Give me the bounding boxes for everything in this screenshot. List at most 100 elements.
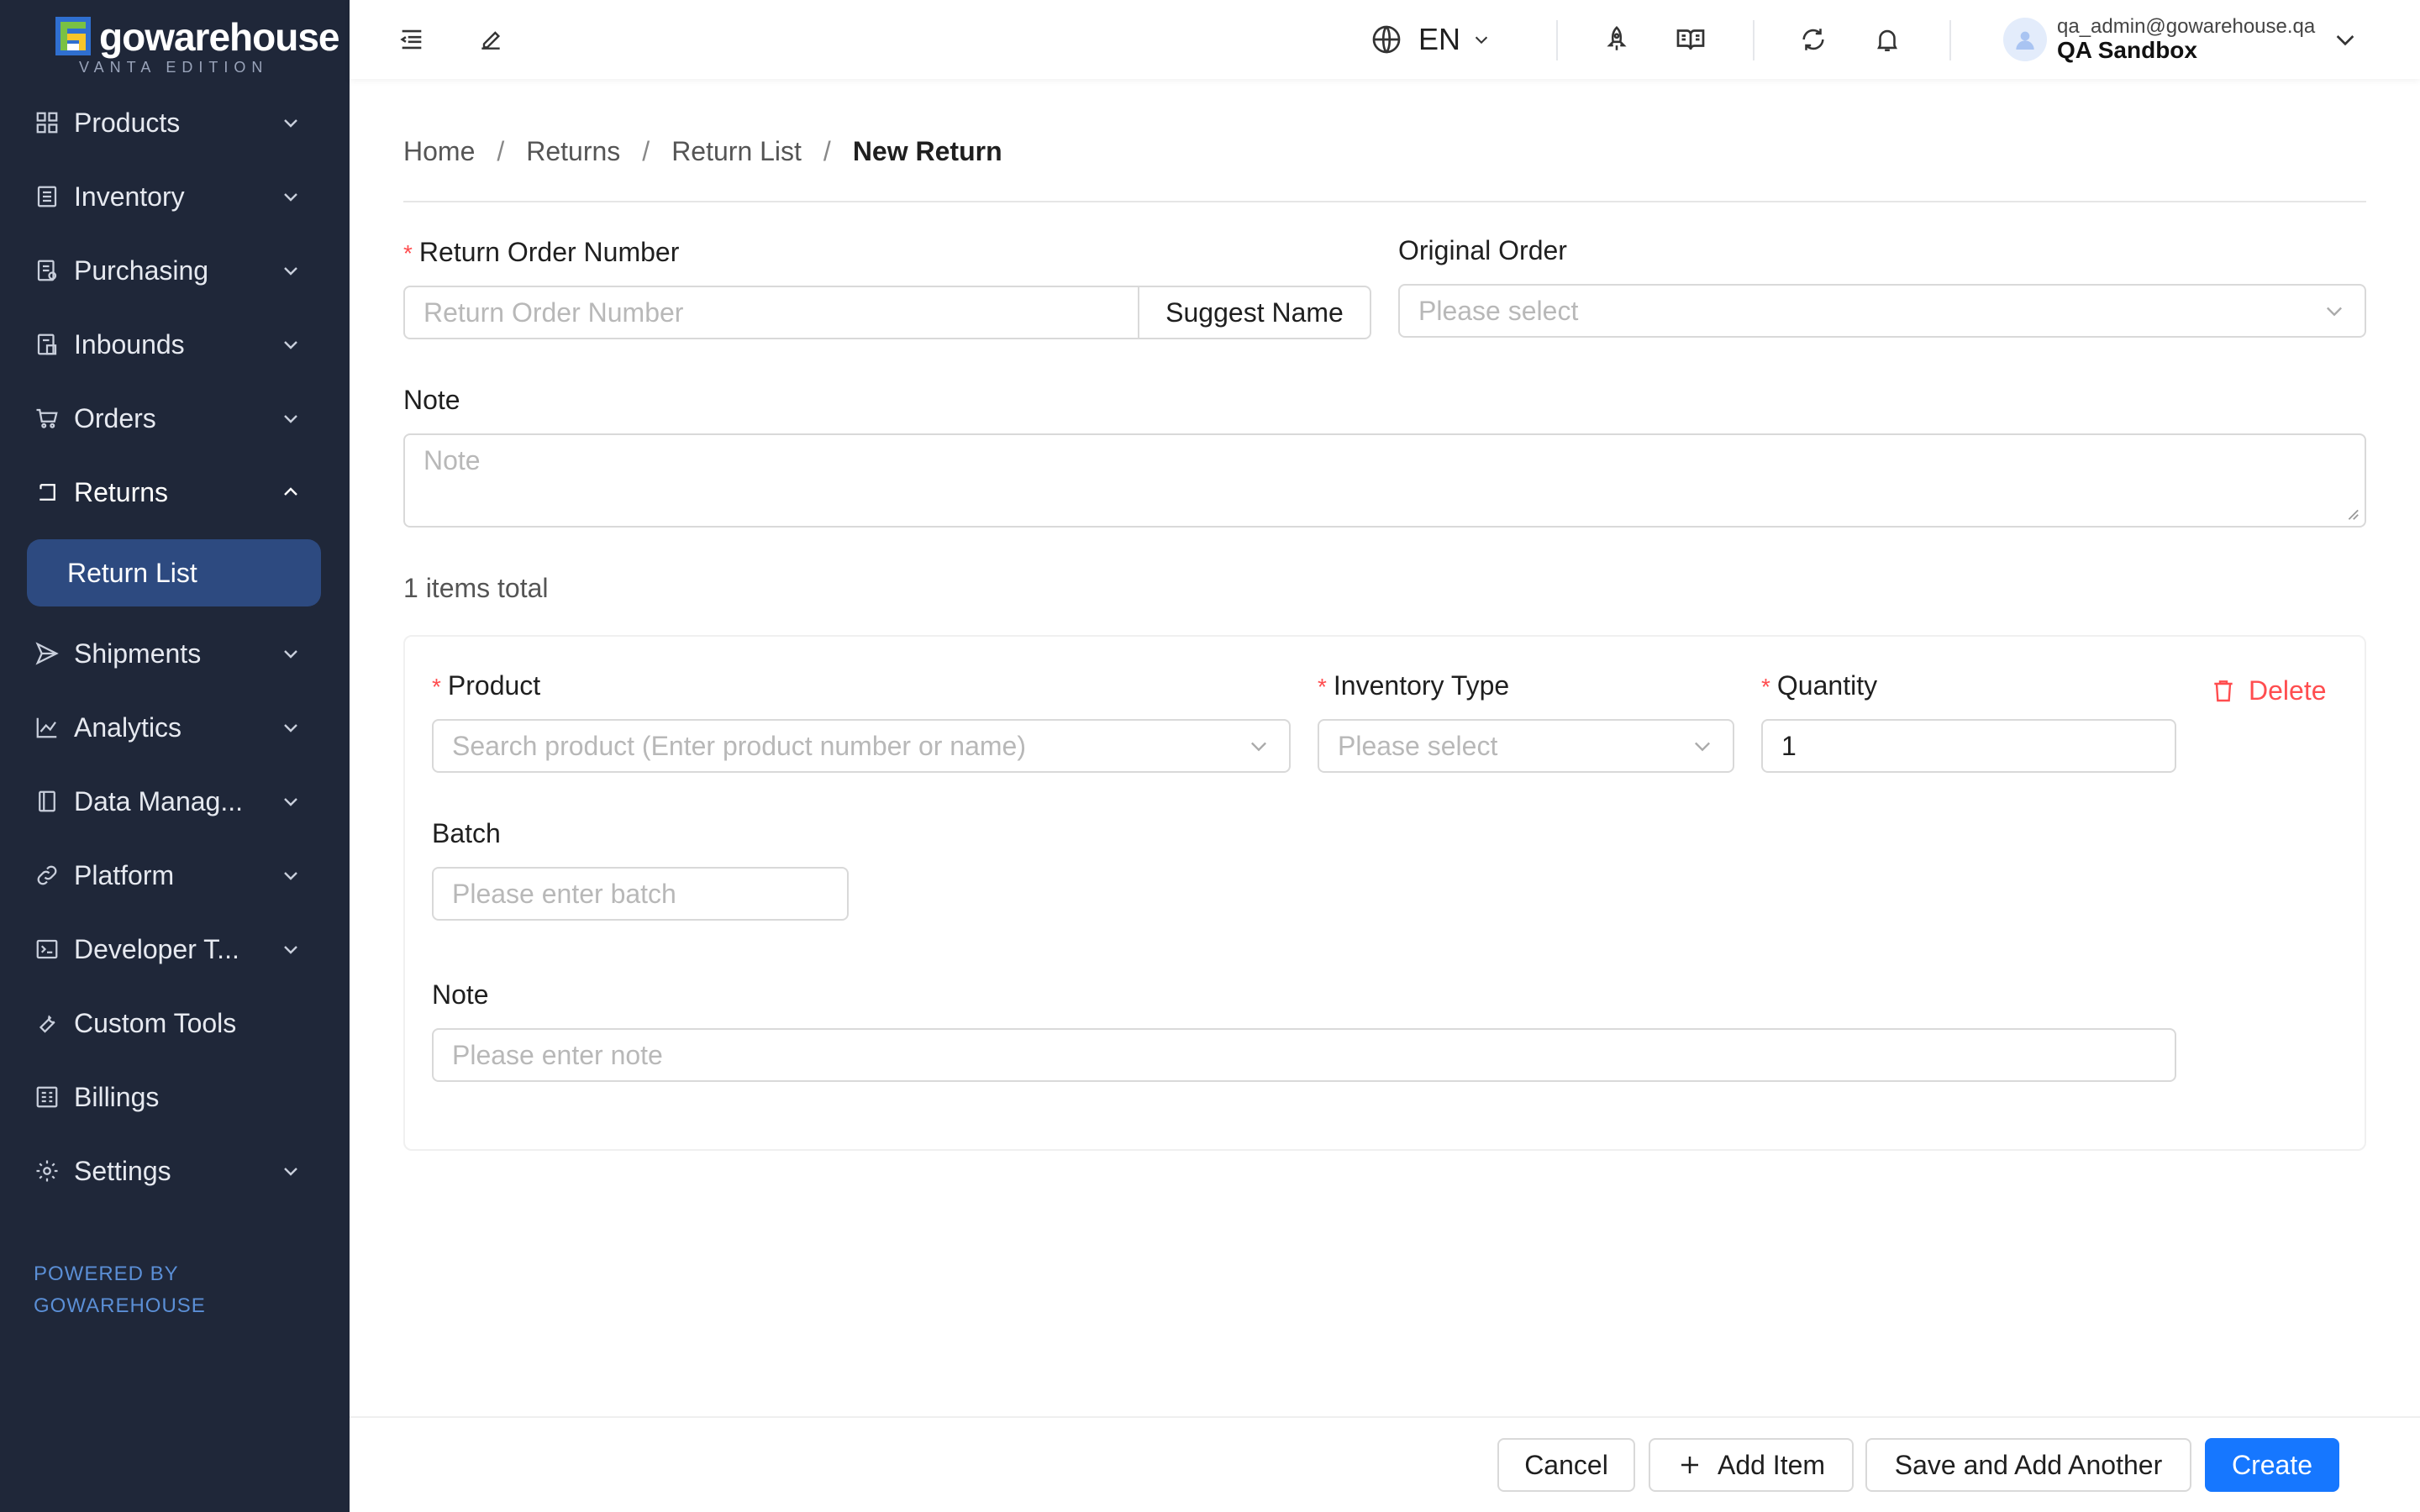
- trash-icon: [2214, 680, 2233, 702]
- language-selector[interactable]: EN: [1370, 18, 1491, 60]
- sidebar-item-platform[interactable]: Platform: [34, 848, 302, 902]
- quantity-input[interactable]: 1: [1761, 719, 2176, 773]
- chevron-up-icon: [279, 480, 302, 504]
- inventory-icon: [34, 183, 60, 210]
- placeholder: Please select: [1338, 730, 1498, 761]
- batch-input[interactable]: Please enter batch: [432, 867, 849, 921]
- top-header: EN qa_admin@gowarehouse.qa QA Sandbox: [350, 0, 2420, 79]
- user-organization: QA Sandbox: [2057, 37, 2197, 63]
- item-note-label: Note: [432, 979, 489, 1010]
- refresh-button[interactable]: [1793, 19, 1833, 60]
- chevron-down-icon: [279, 259, 302, 282]
- sidebar-item-products[interactable]: Products: [34, 96, 302, 150]
- sidebar-item-custom-tools[interactable]: Custom Tools: [34, 996, 302, 1050]
- note-textarea[interactable]: Note: [403, 433, 2366, 528]
- chevron-down-icon: [279, 864, 302, 887]
- sidebar: gowarehouse VANTA EDITION Products Inven…: [0, 0, 350, 1512]
- sidebar-item-returns[interactable]: Returns: [34, 465, 302, 519]
- placeholder: Please enter batch: [452, 878, 676, 909]
- brand-name: gowarehouse: [99, 15, 340, 59]
- suggest-name-button[interactable]: Suggest Name: [1138, 286, 1371, 339]
- return-icon: [34, 479, 60, 506]
- sidebar-item-inbounds[interactable]: Inbounds: [34, 318, 302, 371]
- create-button[interactable]: Create: [2205, 1438, 2339, 1492]
- rocket-button[interactable]: [1597, 19, 1637, 60]
- sidebar-item-developer-tools[interactable]: Developer T...: [34, 922, 302, 976]
- add-item-label: Add Item: [1717, 1449, 1826, 1480]
- return-order-number-input[interactable]: Return Order Number: [403, 286, 1139, 339]
- product-search-select[interactable]: Search product (Enter product number or …: [432, 719, 1291, 773]
- resize-handle-icon[interactable]: [2344, 506, 2360, 521]
- save-and-add-another-button[interactable]: Save and Add Another: [1865, 1438, 2191, 1492]
- batch-label: Batch: [432, 818, 501, 848]
- collapse-menu-button[interactable]: [392, 19, 432, 60]
- rocket-icon: [1607, 26, 1627, 50]
- inventory-type-select[interactable]: Please select: [1318, 719, 1734, 773]
- sidebar-item-label: Purchasing: [74, 255, 209, 286]
- refresh-icon: [1802, 29, 1824, 50]
- user-email: qa_admin@gowarehouse.qa: [2057, 15, 2316, 38]
- breadcrumb-home[interactable]: Home: [403, 136, 475, 167]
- required-mark: *: [1318, 674, 1327, 700]
- required-mark: *: [432, 674, 441, 700]
- placeholder: Search product (Enter product number or …: [452, 730, 1026, 761]
- return-order-number-label: * Return Order Number: [403, 237, 679, 268]
- sidebar-item-analytics[interactable]: Analytics: [34, 701, 302, 754]
- menu-fold-icon: [400, 29, 422, 50]
- brand-logo[interactable]: gowarehouse VANTA EDITION: [55, 15, 340, 76]
- chevron-down-icon: [279, 790, 302, 813]
- user-icon: [2016, 31, 2034, 50]
- required-mark: *: [1761, 674, 1770, 700]
- chevron-down-icon: [279, 185, 302, 208]
- sidebar-item-data-management[interactable]: Data Manag...: [34, 774, 302, 828]
- notifications-button[interactable]: [1867, 19, 1907, 60]
- billing-icon: [34, 1084, 60, 1110]
- sidebar-item-return-list[interactable]: Return List: [27, 539, 321, 606]
- chevron-down-icon: [279, 111, 302, 134]
- terminal-icon: [34, 936, 60, 963]
- sidebar-item-billings[interactable]: Billings: [34, 1070, 302, 1124]
- label-text: Inventory Type: [1333, 670, 1510, 701]
- chevron-down-icon: [279, 1159, 302, 1183]
- user-menu[interactable]: qa_admin@gowarehouse.qa QA Sandbox: [2003, 13, 2359, 66]
- breadcrumb-return-list[interactable]: Return List: [671, 136, 802, 167]
- sidebar-item-inventory[interactable]: Inventory: [34, 170, 302, 223]
- chevron-down-icon: [1251, 742, 1266, 752]
- sidebar-item-label: Custom Tools: [74, 1007, 237, 1038]
- header-divider: [1753, 20, 1754, 60]
- delete-item-button[interactable]: Delete: [2210, 672, 2327, 709]
- sidebar-item-label: Developer T...: [74, 933, 239, 964]
- globe-icon: [1372, 25, 1401, 54]
- header-divider: [1556, 20, 1558, 60]
- purchasing-icon: [34, 257, 60, 284]
- sidebar-item-label: Platform: [74, 859, 175, 890]
- sidebar-item-purchasing[interactable]: Purchasing: [34, 244, 302, 297]
- sidebar-item-orders[interactable]: Orders: [34, 391, 302, 445]
- cancel-button[interactable]: Cancel: [1497, 1438, 1635, 1492]
- add-item-button[interactable]: Add Item: [1649, 1438, 1854, 1492]
- label-text: Return Order Number: [418, 237, 680, 267]
- required-mark: *: [403, 240, 413, 266]
- docs-button[interactable]: [1670, 19, 1711, 60]
- sidebar-item-label: Settings: [74, 1155, 171, 1186]
- sidebar-item-label: Returns: [74, 476, 169, 507]
- item-note-input[interactable]: Please enter note: [432, 1028, 2176, 1082]
- avatar: [2003, 18, 2047, 61]
- chevron-down-icon: [279, 937, 302, 961]
- original-order-select[interactable]: Please select: [1398, 284, 2366, 338]
- powered-by-company: GOWAREHOUSE: [34, 1294, 206, 1317]
- inventory-type-label: * Inventory Type: [1318, 670, 1509, 701]
- breadcrumb-returns[interactable]: Returns: [526, 136, 620, 167]
- sidebar-item-settings[interactable]: Settings: [34, 1144, 302, 1198]
- placeholder: Note: [424, 445, 481, 475]
- bell-icon: [1877, 29, 1897, 52]
- label-text: Quantity: [1776, 670, 1878, 701]
- edit-button[interactable]: [471, 19, 511, 60]
- placeholder: Please enter note: [452, 1039, 663, 1070]
- breadcrumb-separator: /: [497, 136, 505, 166]
- edit-icon: [481, 31, 501, 50]
- sidebar-item-label: Analytics: [74, 711, 182, 743]
- items-total-count: 1 items total: [403, 573, 549, 603]
- wrench-icon: [34, 1010, 60, 1037]
- sidebar-item-shipments[interactable]: Shipments: [34, 627, 302, 680]
